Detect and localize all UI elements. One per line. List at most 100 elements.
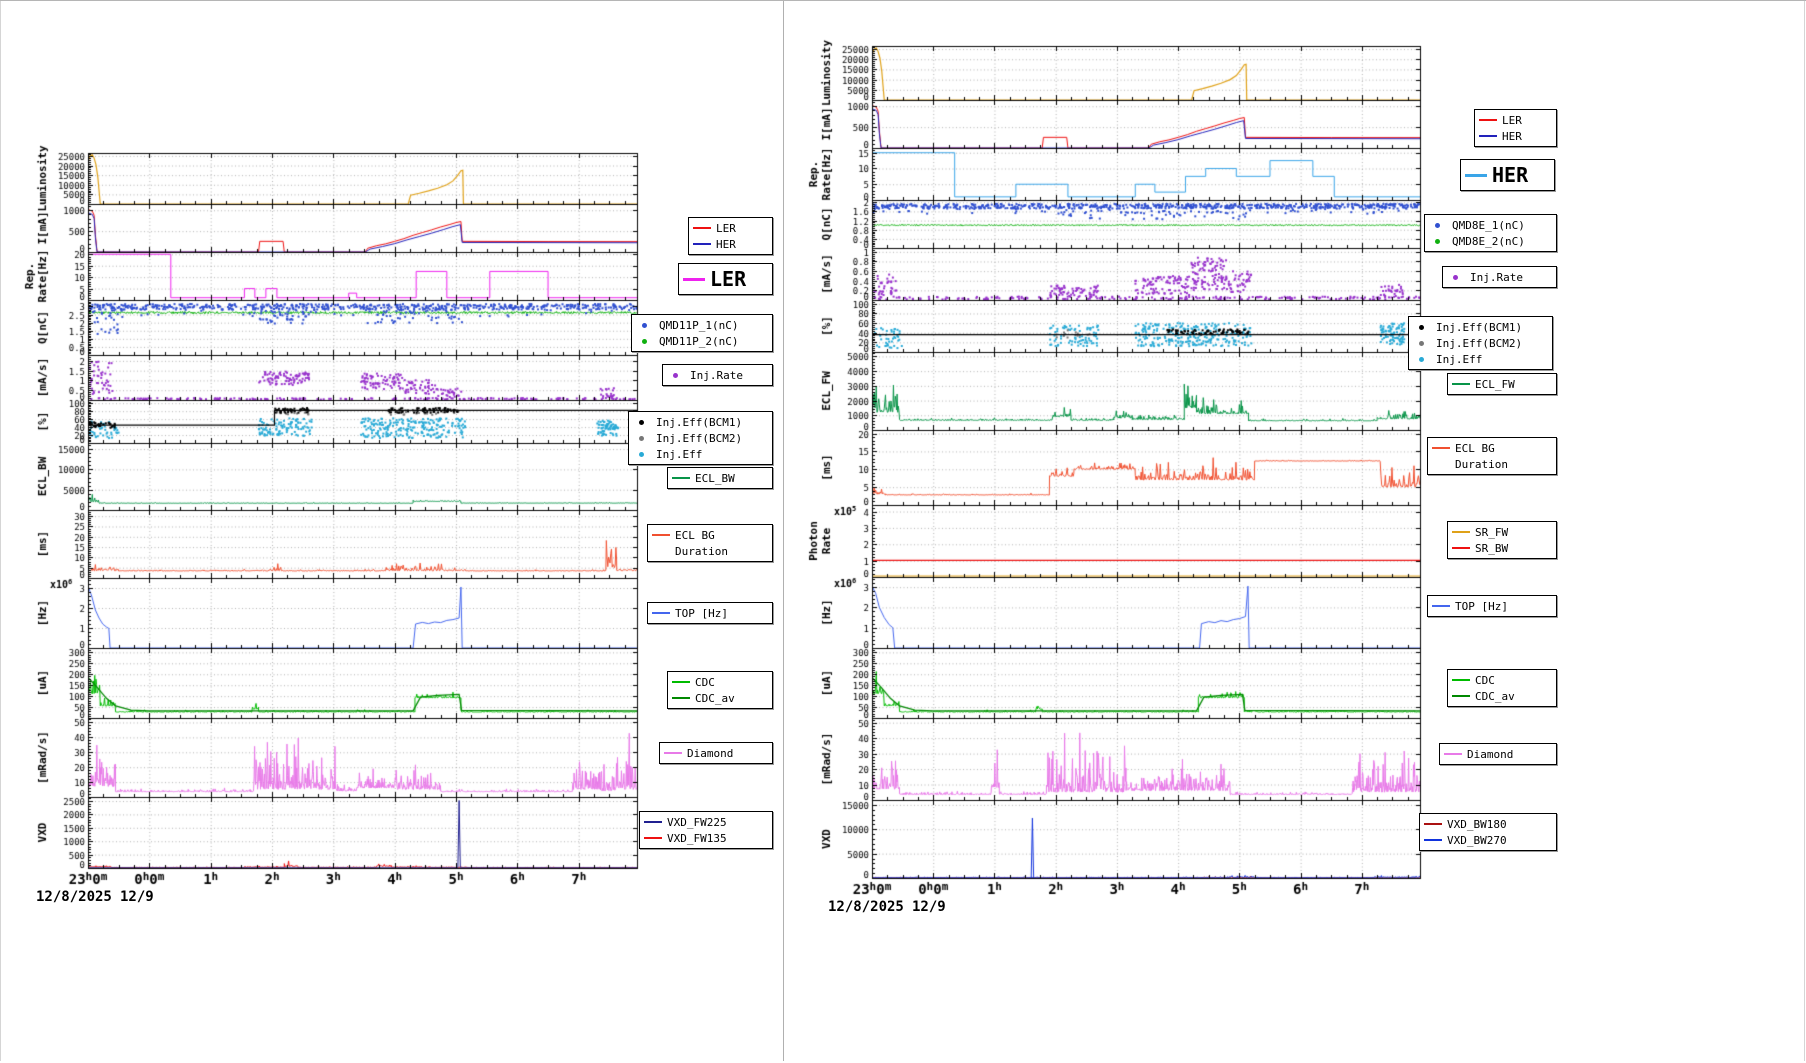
legend-item-label: SR_BW: [1475, 542, 1508, 555]
legend-line-marker-icon: [1479, 119, 1497, 121]
legend-item-label: ECL_FW: [1475, 378, 1515, 391]
legend-item-label: QMD8E_1(nC): [1452, 219, 1525, 232]
legend-item-label: VXD_BW180: [1447, 818, 1507, 831]
legend-item: Diamond: [1444, 746, 1553, 762]
legend-line-marker-icon: [1479, 135, 1497, 137]
legend-box-ler-6: ECL BG Duration: [647, 524, 773, 562]
legend-item: QMD8E_1(nC): [1429, 217, 1553, 233]
legend-item: VXD_FW225: [644, 814, 769, 830]
legend-item-label: SR_FW: [1475, 526, 1508, 539]
legend-item: Diamond: [664, 745, 769, 761]
legend-item: ECL_BW: [672, 470, 769, 486]
legend-item-label: HER: [716, 238, 736, 251]
legend-line-marker-icon: [1452, 531, 1470, 533]
legend-item-label: HER: [1502, 130, 1522, 143]
legend-item: SR_FW: [1452, 524, 1553, 540]
legend-item-label: Diamond: [687, 747, 733, 760]
legend-item-label: Inj.Eff: [1436, 353, 1482, 366]
legend-item: LER: [1479, 112, 1553, 128]
legend-item: LER: [693, 220, 769, 236]
legend-dot-marker-icon: [1419, 325, 1424, 330]
legend-line-marker-icon: [672, 477, 690, 479]
legend-box-her-10: Diamond: [1439, 743, 1557, 765]
legend-box-her-6: ECL BGDuration: [1427, 437, 1557, 475]
legend-box-her-2: QMD8E_1(nC) QMD8E_2(nC): [1424, 214, 1557, 252]
legend-item-label: Duration: [1455, 458, 1508, 471]
legend-line-marker-icon: [1444, 753, 1462, 755]
legend-item: VXD_BW180: [1424, 816, 1553, 832]
legend-box-ler-9: Diamond: [659, 742, 773, 764]
legend-item-label: ECL_BW: [695, 472, 735, 485]
legend-line-marker-icon: [644, 821, 662, 823]
legend-item-label: ECL BG: [675, 529, 715, 542]
legend-item-label: QMD8E_2(nC): [1452, 235, 1525, 248]
legend-item: HER: [693, 236, 769, 252]
legend-line-marker-icon: [1452, 679, 1470, 681]
legend-line-marker-icon: [652, 534, 670, 536]
legend-line-marker-icon: [644, 837, 662, 839]
legend-line-marker-icon: [1465, 174, 1487, 177]
legend-box-ler-2: QMD11P_1(nC) QMD11P_2(nC): [631, 314, 773, 352]
legend-line-marker-icon: [1424, 839, 1442, 841]
legend-item-label: Inj.Eff(BCM2): [656, 432, 742, 445]
legend-item-label: Duration: [675, 545, 728, 558]
legend-line-marker-icon: [693, 243, 711, 245]
legend-item-label: TOP [Hz]: [675, 607, 728, 620]
legend-item-label: Diamond: [1467, 748, 1513, 761]
legend-item: Inj.Eff(BCM1): [1413, 319, 1549, 335]
legend-dot-marker-icon: [639, 420, 644, 425]
legend-dot-marker-icon: [1453, 275, 1458, 280]
legend-item-label: TOP [Hz]: [1455, 600, 1508, 613]
date-label-right-start: 12/8/2025: [828, 899, 904, 915]
legend-dot-marker-icon: [673, 373, 678, 378]
legend-item: TOP [Hz]: [652, 605, 769, 621]
legend-item: Inj.Rate: [667, 367, 769, 383]
legend-item: LER: [683, 266, 769, 292]
monitor-window: 12/8/2025 12/9 12/8/2025 12/9 LERHERLERQ…: [0, 0, 1806, 1063]
legend-box-her-4: Inj.Eff(BCM1) Inj.Eff(BCM2) Inj.Eff: [1408, 316, 1553, 370]
legend-dot-marker-icon: [639, 452, 644, 457]
legend-item-label: VXD_BW270: [1447, 834, 1507, 847]
legend-line-marker-icon: [1424, 823, 1442, 825]
legend-item: VXD_BW270: [1424, 832, 1553, 848]
legend-box-her-11: VXD_BW180 VXD_BW270: [1419, 813, 1557, 851]
legend-item: Inj.Eff: [633, 446, 769, 462]
legend-line-marker-icon: [1432, 447, 1450, 449]
legend-item-label: LER: [716, 222, 736, 235]
legend-item: Inj.Rate: [1447, 269, 1553, 285]
legend-item: CDC: [1452, 672, 1553, 688]
legend-item-label: QMD11P_2(nC): [659, 335, 738, 348]
legend-box-ler-1: LER: [678, 263, 773, 295]
legend-item-label: VXD_FW225: [667, 816, 727, 829]
legend-line-marker-icon: [652, 612, 670, 614]
legend-dot-marker-icon: [642, 339, 647, 344]
legend-line-marker-icon: [683, 278, 705, 281]
date-label-left-next: 12/9: [120, 889, 154, 905]
legend-item-label: CDC_av: [695, 692, 735, 705]
legend-item: ECL BG: [652, 527, 769, 543]
legend-dot-marker-icon: [1435, 239, 1440, 244]
legend-item-label: Inj.Rate: [1470, 271, 1523, 284]
legend-item: QMD11P_1(nC): [636, 317, 769, 333]
legend-dot-marker-icon: [1419, 341, 1424, 346]
legend-item-label: LER: [1502, 114, 1522, 127]
legend-dot-marker-icon: [639, 436, 644, 441]
legend-item: HER: [1479, 128, 1553, 144]
date-label-left-start: 12/8/2025: [36, 889, 112, 905]
legend-item-label: Inj.Eff(BCM2): [1436, 337, 1522, 350]
legend-box-ler-10: VXD_FW225VXD_FW135: [639, 811, 773, 849]
legend-box-ler-0: LER HER: [688, 217, 773, 255]
legend-box-her-3: Inj.Rate: [1442, 266, 1557, 288]
legend-item: Inj.Eff(BCM2): [633, 430, 769, 446]
legend-line-marker-icon: [1452, 547, 1470, 549]
legend-box-her-0: LER HER: [1474, 109, 1557, 147]
legend-item: Duration: [1432, 456, 1553, 472]
legend-line-marker-icon: [1452, 383, 1470, 385]
legend-dot-marker-icon: [1435, 223, 1440, 228]
legend-box-ler-3: Inj.Rate: [662, 364, 773, 386]
legend-item: ECL_FW: [1452, 376, 1553, 392]
legend-line-marker-icon: [1452, 695, 1470, 697]
legend-item: Duration: [652, 543, 769, 559]
legend-item: TOP [Hz]: [1432, 598, 1553, 614]
legend-box-her-9: CDCCDC_av: [1447, 669, 1557, 707]
